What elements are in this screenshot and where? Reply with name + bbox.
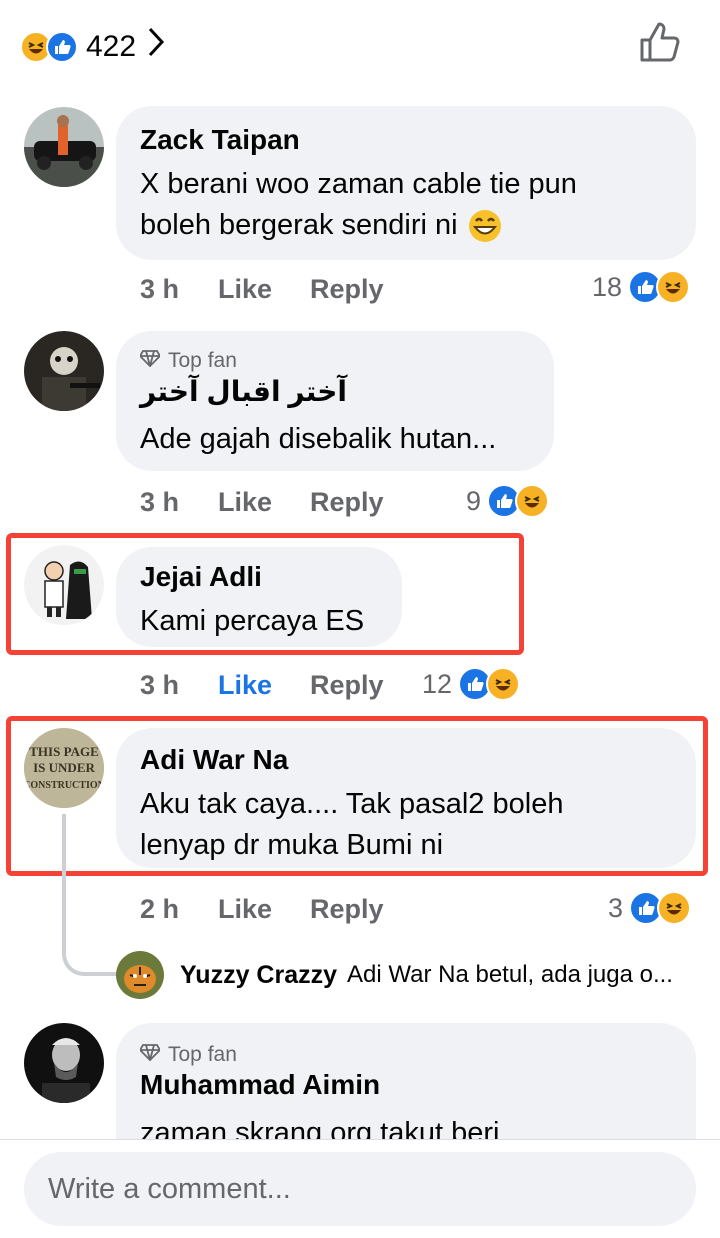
avatar[interactable]	[24, 545, 104, 625]
comment-time: 3 h	[140, 274, 180, 304]
comment-reaction-count: 12	[422, 668, 453, 699]
comment-reaction-count: 18	[592, 271, 623, 302]
comment-bubble: Top fan آختر اقبال آختر Ade gajah diseba…	[116, 331, 554, 471]
comment-bubble: Jejai Adli Kami percaya ES	[116, 547, 402, 647]
comment-text-line: X berani woo zaman cable tie pun	[140, 168, 577, 200]
top-fan-badge: Top fan	[138, 349, 237, 373]
comment-author[interactable]: Muhammad Aimin	[140, 1069, 380, 1101]
comment-reactions[interactable]: 9	[466, 484, 550, 518]
reply-button[interactable]: Reply	[310, 894, 384, 925]
svg-text:IS UNDER: IS UNDER	[33, 760, 95, 775]
reply-text: Adi War Na betul, ada juga o...	[347, 961, 673, 988]
comment-text-line: Aku tak caya.... Tak pasal2 boleh	[140, 788, 564, 820]
comment-bubble: Zack Taipan X berani woo zaman cable tie…	[116, 106, 696, 260]
comment-author[interactable]: آختر اقبال آختر	[140, 375, 347, 408]
like-icon	[46, 30, 78, 63]
comment-time: 3 h	[140, 670, 180, 700]
reply-button[interactable]: Reply	[310, 670, 384, 701]
reply-author[interactable]: Yuzzy Crazzy	[180, 961, 337, 990]
avatar[interactable]	[24, 1023, 104, 1103]
comment-author[interactable]: Zack Taipan	[140, 124, 300, 156]
comment-input-placeholder: Write a comment...	[48, 1172, 291, 1205]
avatar[interactable]	[24, 331, 104, 411]
reply-button[interactable]: Reply	[310, 487, 384, 518]
like-button[interactable]: Like	[218, 274, 272, 305]
reply-thread-line	[62, 814, 116, 976]
like-button[interactable]: Like	[218, 670, 272, 701]
haha-icon	[656, 270, 691, 304]
comment-text-line: boleh bergerak sendiri ni	[140, 205, 502, 246]
comment-reactions[interactable]: 3	[608, 891, 692, 925]
comment-author[interactable]: Jejai Adli	[140, 561, 262, 593]
composer-bar: Write a comment...	[0, 1139, 720, 1238]
haha-icon	[515, 484, 550, 518]
thumbs-up-outline-icon	[638, 22, 682, 68]
chevron-right-icon	[146, 26, 166, 67]
reaction-icons: 422	[20, 26, 166, 67]
comment-time: 3 h	[140, 487, 180, 517]
like-button[interactable]: Like	[218, 487, 272, 518]
reply-preview[interactable]: Yuzzy Crazzy Adi War Na betul, ada juga …	[116, 950, 706, 1000]
comment-time: 2 h	[140, 894, 180, 924]
comment-bubble: Adi War Na Aku tak caya.... Tak pasal2 b…	[116, 728, 696, 868]
comment-text-line: Kami percaya ES	[140, 605, 365, 637]
reaction-summary-bar[interactable]: 422	[0, 0, 720, 84]
like-button[interactable]: Like	[218, 894, 272, 925]
avatar[interactable]	[24, 107, 104, 187]
comment-reaction-count: 9	[466, 485, 482, 516]
comment-text-line: Ade gajah disebalik hutan...	[140, 423, 497, 455]
avatar	[116, 951, 164, 999]
haha-icon	[486, 667, 521, 701]
comment-author[interactable]: Adi War Na	[140, 744, 288, 776]
divider	[0, 1139, 720, 1140]
haha-icon	[657, 891, 692, 925]
comment-text-line: lenyap dr muka Bumi ni	[140, 829, 444, 861]
comment-reactions[interactable]: 18	[592, 270, 691, 304]
like-post-button[interactable]	[638, 20, 682, 69]
comment-input[interactable]: Write a comment...	[24, 1152, 696, 1226]
svg-text:CONSTRUCTION: CONSTRUCTION	[24, 780, 104, 791]
reply-button[interactable]: Reply	[310, 274, 384, 305]
svg-text:THIS PAGE: THIS PAGE	[29, 744, 98, 759]
comment-reaction-count: 3	[608, 892, 624, 923]
comment-reactions[interactable]: 12	[422, 667, 521, 701]
diamond-icon	[138, 349, 162, 373]
top-fan-badge: Top fan	[138, 1043, 237, 1067]
diamond-icon	[138, 1043, 162, 1067]
reaction-count: 422	[86, 29, 137, 63]
avatar[interactable]: THIS PAGE IS UNDER CONSTRUCTION	[24, 728, 104, 808]
grinning-face-icon	[468, 209, 502, 243]
